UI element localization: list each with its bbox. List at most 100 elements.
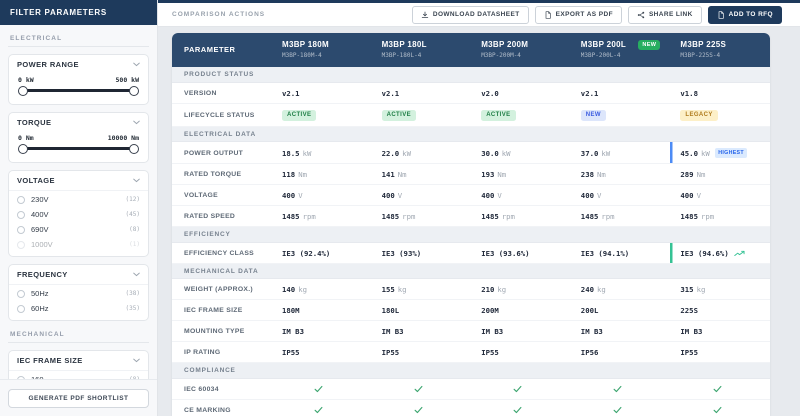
filter-option-230v[interactable]: 230V(12) [9, 192, 148, 207]
checkbox-icon[interactable] [17, 305, 25, 313]
value-cell: IP55 [471, 342, 571, 363]
range-track[interactable] [21, 147, 136, 150]
filter-option-count: (45) [126, 211, 140, 218]
filter-option-label: 1000V [31, 240, 129, 249]
filter-option-690v[interactable]: 690V(8) [9, 222, 148, 237]
value-cell: IE3 (93.6%) [471, 243, 571, 264]
filter-option-50hz[interactable]: 50Hz(38) [9, 286, 148, 301]
cell-value: 225S [680, 306, 698, 315]
cell-value: 45.0 [680, 149, 698, 158]
download-datasheet-button[interactable]: DOWNLOAD DATASHEET [412, 6, 529, 24]
range-handle-min[interactable] [18, 144, 28, 154]
value-cell: 22.0kW [372, 142, 472, 164]
cell-value: 1485 [481, 212, 499, 221]
row-label: RATED SPEED [172, 206, 272, 227]
filter-option-count: (35) [126, 305, 140, 312]
column-header-content: M3BP 225SM3BP-225S-4 [680, 40, 760, 59]
cell-value: IE3 (94.1%) [581, 249, 629, 258]
range-slider: 0 kW500 kW [9, 74, 148, 104]
chevron-down-icon [133, 178, 140, 183]
comparison-table-card: PARAMETERM3BP 180MM3BP-180M-4M3BP 180LM3… [172, 33, 770, 416]
checkbox-icon[interactable] [17, 290, 25, 298]
table-section-product-status: PRODUCT STATUS [172, 67, 770, 83]
model-code: M3BP-200L-4 [581, 52, 626, 59]
filter-option-list: 230V(12)400V(45)690V(8)1000V(1) [9, 190, 148, 256]
filter-sidebar-footer: GENERATE PDF SHORTLIST [0, 379, 157, 416]
cell-value: 1485 [680, 212, 698, 221]
cell-unit: Nm [697, 170, 706, 179]
check-icon [513, 406, 522, 414]
compliance-cell [272, 379, 372, 400]
status-badge: LEGACY [680, 110, 717, 121]
cell-value: 1485 [382, 212, 400, 221]
value-cell: IP56 [571, 342, 671, 363]
filter-group-header[interactable]: POWER RANGE [9, 55, 148, 74]
compliance-cell [471, 400, 571, 416]
row-label: WEIGHT (APPROX.) [172, 279, 272, 300]
range-max-label: 10000 Nm [108, 134, 139, 142]
add-to-rfq-button[interactable]: ADD TO RFQ [708, 6, 782, 24]
value-cell: 289 Nm [670, 164, 770, 185]
export-as-pdf-button[interactable]: EXPORT AS PDF [535, 6, 622, 24]
range-handle-min[interactable] [18, 86, 28, 96]
checkbox-icon[interactable] [17, 196, 25, 204]
share-link-button[interactable]: SHARE LINK [628, 6, 702, 24]
value-cell: IE3 (94.6%) [670, 243, 770, 264]
filter-group-header[interactable]: VOLTAGE [9, 171, 148, 190]
value-cell: 315kg [670, 279, 770, 300]
cell-value: 193 [481, 170, 494, 179]
cell-value: 400 [680, 191, 693, 200]
action-button-label: ADD TO RFQ [729, 11, 773, 18]
file-icon [717, 11, 725, 19]
cell-unit: V [697, 191, 701, 200]
value-cell: IM B3 [670, 321, 770, 342]
compliance-cell [670, 400, 770, 416]
filter-option-1000v: 1000V(1) [9, 237, 148, 252]
filter-group-header[interactable]: FREQUENCY [9, 265, 148, 284]
cell-unit: rpm [402, 212, 415, 221]
filter-option-400v[interactable]: 400V(45) [9, 207, 148, 222]
model-name: M3BP 200L [581, 40, 626, 49]
cell-value: IP56 [581, 348, 599, 357]
column-header-m3bp-180l-4[interactable]: M3BP 180LM3BP-180L-4 [372, 33, 472, 67]
column-header-m3bp-200m-4[interactable]: M3BP 200MM3BP-200M-4 [471, 33, 571, 67]
model-code: M3BP-180L-4 [382, 52, 427, 59]
column-header-m3bp-225s-4[interactable]: M3BP 225SM3BP-225S-4 [670, 33, 770, 67]
range-max-label: 500 kW [116, 76, 139, 84]
table-section-compliance: COMPLIANCE [172, 363, 770, 379]
cell-value: IE3 (93.6%) [481, 249, 529, 258]
filter-option-60hz[interactable]: 60Hz(35) [9, 301, 148, 316]
value-cell: 200M [471, 300, 571, 321]
column-header-m3bp-200l-4[interactable]: M3BP 200L M3BP-200L-4 NEW [571, 33, 671, 67]
compliance-cell [272, 400, 372, 416]
comparison-actions-bar: COMPARISON ACTIONS DOWNLOAD DATASHEETEXP… [158, 3, 800, 27]
cell-value: v2.1 [581, 89, 599, 98]
column-header-m3bp-180m-4[interactable]: M3BP 180MM3BP-180M-4 [272, 33, 372, 67]
check-icon [414, 385, 423, 393]
cell-value: 400 [282, 191, 295, 200]
range-handle-max[interactable] [129, 144, 139, 154]
cell-unit: kg [697, 285, 706, 294]
filter-group-header[interactable]: TORQUE [9, 113, 148, 132]
checkbox-icon[interactable] [17, 211, 25, 219]
value-cell: 1485rpm [372, 206, 472, 227]
value-cell: 240kg [571, 279, 671, 300]
filter-option-160[interactable]: 160(8) [9, 372, 148, 379]
value-cell: 400V [372, 185, 472, 206]
range-handle-max[interactable] [129, 86, 139, 96]
filter-group-header[interactable]: IEC FRAME SIZE [9, 351, 148, 370]
value-cell: 400V [471, 185, 571, 206]
generate-pdf-shortlist-button[interactable]: GENERATE PDF SHORTLIST [8, 389, 149, 408]
cell-value: 289 [680, 170, 693, 179]
column-header-content: M3BP 180LM3BP-180L-4 [382, 40, 462, 59]
cell-value: 200L [581, 306, 599, 315]
checkbox-icon[interactable] [17, 226, 25, 234]
value-cell: 193Nm [471, 164, 571, 185]
value-cell: 400V [571, 185, 671, 206]
filter-option-label: 400V [31, 210, 126, 219]
status-badge: ACTIVE [382, 110, 416, 121]
cell-value: IM B3 [382, 327, 404, 336]
new-badge: NEW [638, 40, 660, 50]
range-track[interactable] [21, 89, 136, 92]
filter-group-voltage: VOLTAGE230V(12)400V(45)690V(8)1000V(1) [8, 170, 149, 257]
